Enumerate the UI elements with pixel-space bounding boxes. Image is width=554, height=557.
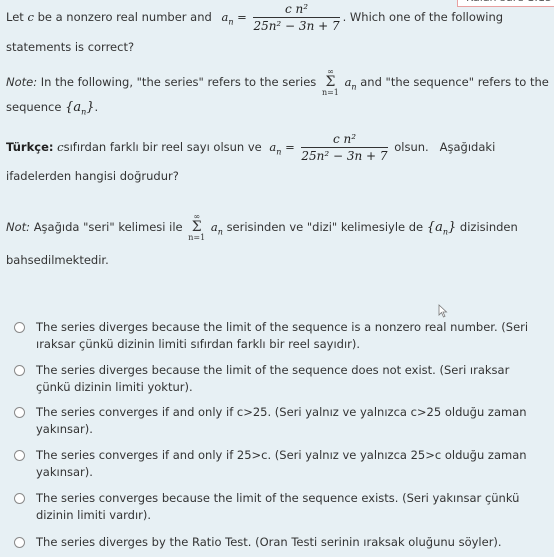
answer-option-3[interactable]: The series converges if and only if c>25… — [14, 404, 534, 438]
option-text: The series converges if and only if 25>c… — [36, 448, 527, 479]
answer-option-4[interactable]: The series converges if and only if 25>c… — [14, 447, 534, 481]
note-text: and "the sequence" refers to the — [360, 75, 549, 89]
answer-option-5[interactable]: The series converges because the limit o… — [14, 490, 534, 524]
note-label: Not: — [6, 220, 31, 234]
sum-lower-limit: n=1 — [188, 233, 206, 242]
math-var-c: c — [27, 10, 34, 24]
radio-button[interactable] — [14, 407, 25, 418]
math-sub-n: n — [351, 82, 357, 92]
radio-button[interactable] — [14, 493, 25, 504]
fraction: c n² 25n² − 3n + 7 — [301, 132, 388, 163]
option-text: The series converges if and only if c>25… — [36, 405, 527, 436]
mouse-cursor-icon — [438, 304, 448, 318]
answer-option-1[interactable]: The series diverges because the limit of… — [14, 319, 534, 353]
math-brace: } — [447, 220, 457, 235]
question-english-line2: statements is correct? — [6, 40, 135, 54]
radio-button[interactable] — [14, 450, 25, 461]
turkish-label: Türkçe: — [6, 140, 54, 154]
question-text: Let — [6, 10, 24, 24]
math-a: a — [210, 220, 218, 234]
math-a-n: an — [210, 220, 223, 237]
math-equals: = — [237, 10, 247, 24]
note-text: . — [94, 100, 99, 114]
summation: ∞ Σ n=1 — [188, 213, 205, 242]
question-text: sıfırdan farklı bir reel sayı olsun ve — [63, 140, 262, 154]
note-text: serisinden ve "dizi" kelimesiyle de — [226, 220, 424, 234]
fraction: c n² 25n² − 3n + 7 — [253, 2, 340, 33]
fraction-denominator: 25n² − 3n + 7 — [301, 149, 388, 163]
math-a-n: an — [221, 10, 234, 27]
note-text: In the following, "the series" refers to… — [40, 75, 317, 89]
question-turkish-line2: ifadelerden hangisi doğrudur? — [6, 169, 179, 183]
answer-option-6[interactable]: The series diverges by the Ratio Test. (… — [14, 534, 534, 551]
question-text: . Which one of the following — [342, 10, 504, 24]
sum-lower-limit: n=1 — [321, 88, 339, 97]
note-text: sequence — [6, 100, 62, 114]
question-turkish: Türkçe: csıfırdan farklı bir reel sayı o… — [6, 132, 495, 163]
answer-option-2[interactable]: The series diverges because the limit of… — [14, 362, 534, 396]
fraction-numerator: c n² — [301, 132, 388, 148]
note-english-line2: sequence {an}. — [6, 100, 98, 117]
note-label: Note: — [6, 75, 38, 89]
math-equals: = — [285, 140, 295, 154]
radio-button[interactable] — [14, 322, 25, 333]
math-sub-n: n — [217, 227, 223, 237]
note-english: Note: In the following, "the series" ref… — [6, 68, 549, 97]
note-turkish-line2: bahsedilmektedir. — [6, 253, 109, 267]
note-text: Aşağıda "seri" kelimesi ile — [33, 220, 183, 234]
math-a-n: an — [269, 140, 282, 157]
option-text: The series diverges because the limit of… — [36, 363, 510, 394]
radio-button[interactable] — [14, 537, 25, 548]
option-text: The series converges because the limit o… — [36, 491, 520, 522]
math-brace: } — [86, 100, 95, 115]
fraction-denominator: 25n² − 3n + 7 — [253, 19, 340, 33]
note-turkish: Not: Aşağıda "seri" kelimesi ile ∞ Σ n=1… — [6, 213, 518, 242]
math-sequence: {an} — [426, 220, 457, 237]
math-a: {a — [65, 100, 82, 115]
math-sequence: {an} — [65, 100, 95, 117]
question-text: be a nonzero real number and — [37, 10, 212, 24]
math-sub-n: n — [276, 147, 282, 157]
option-text: The series diverges by the Ratio Test. (… — [36, 535, 502, 549]
math-a-n: an — [345, 75, 357, 92]
math-sub-n: n — [228, 17, 234, 27]
summation: ∞ Σ n=1 — [322, 68, 339, 97]
option-text: The series diverges because the limit of… — [36, 320, 529, 351]
math-a: {a — [426, 220, 443, 235]
question-english: Let c be a nonzero real number and an = … — [6, 2, 503, 33]
question-text: olsun. Aşağıdaki — [394, 140, 496, 154]
note-text: dizisinden — [459, 220, 518, 234]
radio-button[interactable] — [14, 365, 25, 376]
fraction-numerator: c n² — [253, 2, 340, 18]
